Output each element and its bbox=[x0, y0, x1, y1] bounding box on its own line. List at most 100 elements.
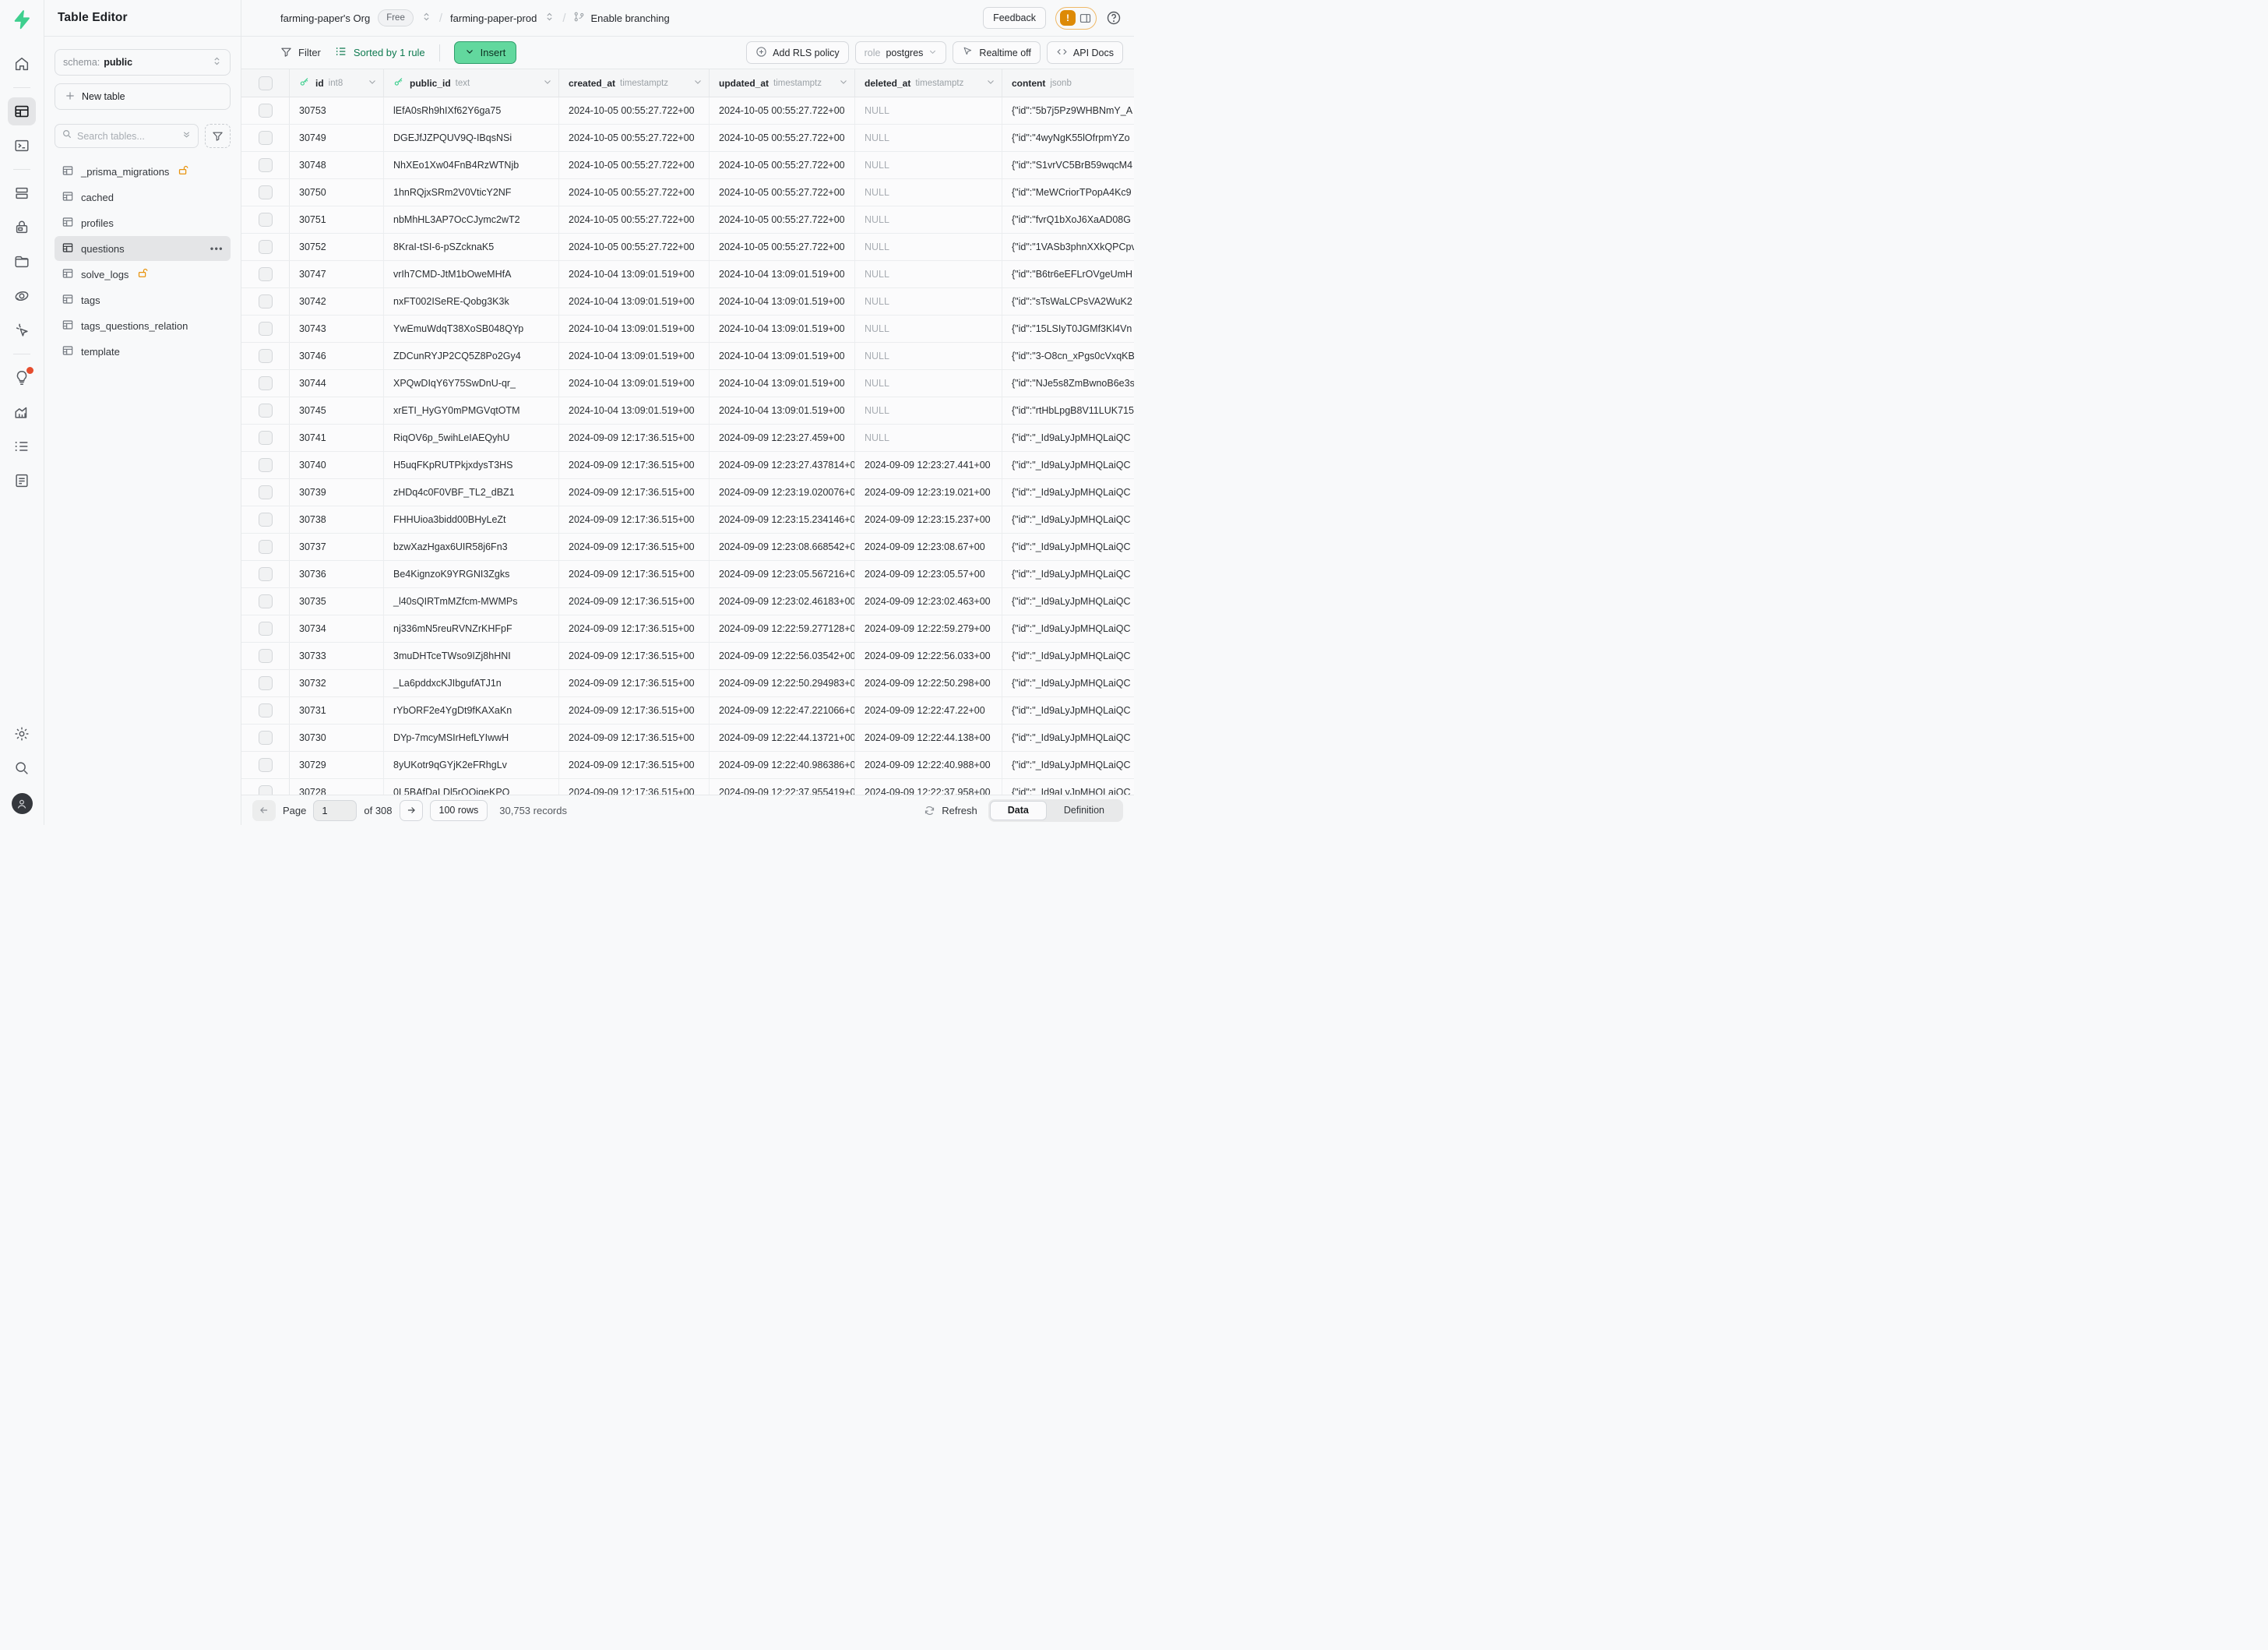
column-header-deleted_at[interactable]: deleted_attimestamptz bbox=[855, 69, 1002, 97]
cell-content[interactable]: {"id":"_Id9aLyJpMHQLaiQC bbox=[1002, 534, 1134, 560]
cell-content[interactable]: {"id":"fvrQ1bXoJ6XaAD08G bbox=[1002, 206, 1134, 233]
cell-deleted_at[interactable]: 2024-09-09 12:23:19.021+00 bbox=[855, 479, 1002, 506]
cell-updated_at[interactable]: 2024-09-09 12:22:50.294983+00 bbox=[710, 670, 855, 696]
cell-public_id[interactable]: ZDCunRYJP2CQ5Z8Po2Gy4 bbox=[384, 343, 559, 369]
prev-page-button[interactable] bbox=[252, 800, 276, 821]
cell-public_id[interactable]: bzwXazHgax6UIR58j6Fn3 bbox=[384, 534, 559, 560]
cell-id[interactable]: 30753 bbox=[290, 97, 384, 124]
cell-deleted_at[interactable]: 2024-09-09 12:22:40.988+00 bbox=[855, 752, 1002, 778]
cell-deleted_at[interactable]: NULL bbox=[855, 397, 1002, 424]
cell-content[interactable]: {"id":"_Id9aLyJpMHQLaiQC bbox=[1002, 779, 1134, 795]
cell-public_id[interactable]: FHHUioa3bidd00BHyLeZt bbox=[384, 506, 559, 533]
cell-id[interactable]: 30741 bbox=[290, 425, 384, 451]
row-checkbox[interactable] bbox=[259, 376, 273, 390]
cell-updated_at[interactable]: 2024-10-05 00:55:27.722+00 bbox=[710, 125, 855, 151]
cell-content[interactable]: {"id":"NJe5s8ZmBwnoB6e3s bbox=[1002, 370, 1134, 397]
cell-id[interactable]: 30734 bbox=[290, 615, 384, 642]
select-all-checkbox[interactable] bbox=[259, 76, 273, 90]
row-checkbox[interactable] bbox=[259, 404, 273, 418]
row-checkbox[interactable] bbox=[259, 104, 273, 118]
cell-public_id[interactable]: DYp-7mcyMSIrHefLYIwwH bbox=[384, 725, 559, 751]
cell-content[interactable]: {"id":"MeWCriorTPopA4Kc9 bbox=[1002, 179, 1134, 206]
cell-updated_at[interactable]: 2024-09-09 12:23:27.459+00 bbox=[710, 425, 855, 451]
cell-public_id[interactable]: _La6pddxcKJIbgufATJ1n bbox=[384, 670, 559, 696]
nav-realtime[interactable] bbox=[8, 282, 36, 310]
cell-id[interactable]: 30728 bbox=[290, 779, 384, 795]
cell-updated_at[interactable]: 2024-10-05 00:55:27.722+00 bbox=[710, 206, 855, 233]
cell-public_id[interactable]: H5uqFKpRUTPkjxdysT3HS bbox=[384, 452, 559, 478]
user-avatar[interactable] bbox=[12, 793, 33, 814]
row-checkbox[interactable] bbox=[259, 731, 273, 745]
tab-data[interactable]: Data bbox=[990, 801, 1047, 820]
cell-id[interactable]: 30733 bbox=[290, 643, 384, 669]
cell-content[interactable]: {"id":"rtHbLpgB8V11LUK7152 bbox=[1002, 397, 1134, 424]
cell-public_id[interactable]: Be4KignzoK9YRGNI3Zgks bbox=[384, 561, 559, 587]
cell-content[interactable]: {"id":"_Id9aLyJpMHQLaiQC bbox=[1002, 479, 1134, 506]
refresh-button[interactable]: Refresh bbox=[924, 805, 977, 816]
new-table-button[interactable]: New table bbox=[55, 83, 231, 110]
cell-deleted_at[interactable]: NULL bbox=[855, 234, 1002, 260]
cell-created_at[interactable]: 2024-09-09 12:17:36.515+00 bbox=[559, 425, 710, 451]
add-rls-policy-button[interactable]: Add RLS policy bbox=[746, 41, 848, 64]
row-checkbox[interactable] bbox=[259, 458, 273, 472]
cell-created_at[interactable]: 2024-10-04 13:09:01.519+00 bbox=[559, 343, 710, 369]
cell-public_id[interactable]: rYbORF2e4YgDt9fKAXaKn bbox=[384, 697, 559, 724]
cell-updated_at[interactable]: 2024-09-09 12:23:02.46183+00 bbox=[710, 588, 855, 615]
row-checkbox[interactable] bbox=[259, 267, 273, 281]
nav-database[interactable] bbox=[8, 179, 36, 207]
cell-deleted_at[interactable]: 2024-09-09 12:22:59.279+00 bbox=[855, 615, 1002, 642]
cell-updated_at[interactable]: 2024-09-09 12:22:47.221066+00 bbox=[710, 697, 855, 724]
cell-created_at[interactable]: 2024-09-09 12:17:36.515+00 bbox=[559, 588, 710, 615]
row-checkbox[interactable] bbox=[259, 703, 273, 717]
cell-public_id[interactable]: 8yUKotr9qGYjK2eFRhgLv bbox=[384, 752, 559, 778]
cell-deleted_at[interactable]: 2024-09-09 12:23:15.237+00 bbox=[855, 506, 1002, 533]
chevron-down-icon[interactable] bbox=[368, 77, 377, 89]
supabase-logo-icon[interactable] bbox=[12, 9, 32, 30]
cell-id[interactable]: 30746 bbox=[290, 343, 384, 369]
row-checkbox[interactable] bbox=[259, 431, 273, 445]
cell-public_id[interactable]: NhXEo1Xw04FnB4RzWTNjb bbox=[384, 152, 559, 178]
search-tables-input[interactable] bbox=[77, 131, 177, 142]
cell-deleted_at[interactable]: 2024-09-09 12:23:05.57+00 bbox=[855, 561, 1002, 587]
cell-updated_at[interactable]: 2024-09-09 12:23:15.234146+00 bbox=[710, 506, 855, 533]
sidebar-table-profiles[interactable]: profiles bbox=[55, 210, 231, 235]
cell-content[interactable]: {"id":"B6tr6eEFLrOVgeUmH bbox=[1002, 261, 1134, 287]
cell-id[interactable]: 30737 bbox=[290, 534, 384, 560]
row-checkbox[interactable] bbox=[259, 131, 273, 145]
sidebar-table-solve_logs[interactable]: solve_logs bbox=[55, 262, 231, 287]
cell-content[interactable]: {"id":"sTsWaLCPsVA2WuK2 bbox=[1002, 288, 1134, 315]
cell-updated_at[interactable]: 2024-10-04 13:09:01.519+00 bbox=[710, 261, 855, 287]
api-docs-button[interactable]: API Docs bbox=[1047, 41, 1123, 64]
cell-id[interactable]: 30750 bbox=[290, 179, 384, 206]
row-checkbox[interactable] bbox=[259, 513, 273, 527]
breadcrumb-org[interactable]: farming-paper's Org bbox=[280, 12, 370, 24]
cell-deleted_at[interactable]: 2024-09-09 12:22:47.22+00 bbox=[855, 697, 1002, 724]
cell-created_at[interactable]: 2024-09-09 12:17:36.515+00 bbox=[559, 779, 710, 795]
nav-logs[interactable] bbox=[8, 432, 36, 460]
sidebar-table-tags_questions_relation[interactable]: tags_questions_relation bbox=[55, 313, 231, 338]
cell-id[interactable]: 30736 bbox=[290, 561, 384, 587]
cell-updated_at[interactable]: 2024-09-09 12:22:37.955419+00 bbox=[710, 779, 855, 795]
chevron-down-icon[interactable] bbox=[693, 77, 703, 89]
cell-content[interactable]: {"id":"_Id9aLyJpMHQLaiQC bbox=[1002, 588, 1134, 615]
nav-settings[interactable] bbox=[8, 720, 36, 748]
sidebar-table-template[interactable]: template bbox=[55, 339, 231, 364]
cell-updated_at[interactable]: 2024-10-05 00:55:27.722+00 bbox=[710, 152, 855, 178]
cell-id[interactable]: 30742 bbox=[290, 288, 384, 315]
cell-public_id[interactable]: XPQwDIqY6Y75SwDnU-qr_ bbox=[384, 370, 559, 397]
cell-id[interactable]: 30738 bbox=[290, 506, 384, 533]
cell-deleted_at[interactable]: NULL bbox=[855, 288, 1002, 315]
cell-deleted_at[interactable]: 2024-09-09 12:22:37.958+00 bbox=[855, 779, 1002, 795]
cell-created_at[interactable]: 2024-10-04 13:09:01.519+00 bbox=[559, 288, 710, 315]
cell-content[interactable]: {"id":"15LSIyT0JGMf3Kl4Vn bbox=[1002, 316, 1134, 342]
cell-deleted_at[interactable]: NULL bbox=[855, 261, 1002, 287]
cell-id[interactable]: 30752 bbox=[290, 234, 384, 260]
cell-deleted_at[interactable]: NULL bbox=[855, 206, 1002, 233]
cell-updated_at[interactable]: 2024-09-09 12:23:19.020076+00 bbox=[710, 479, 855, 506]
nav-home[interactable] bbox=[8, 50, 36, 78]
column-header-created_at[interactable]: created_attimestamptz bbox=[559, 69, 710, 97]
cell-content[interactable]: {"id":"1VASb3phnXXkQPCpv bbox=[1002, 234, 1134, 260]
sidebar-table-tags[interactable]: tags bbox=[55, 287, 231, 312]
cell-created_at[interactable]: 2024-10-04 13:09:01.519+00 bbox=[559, 370, 710, 397]
cell-updated_at[interactable]: 2024-09-09 12:22:44.13721+00 bbox=[710, 725, 855, 751]
